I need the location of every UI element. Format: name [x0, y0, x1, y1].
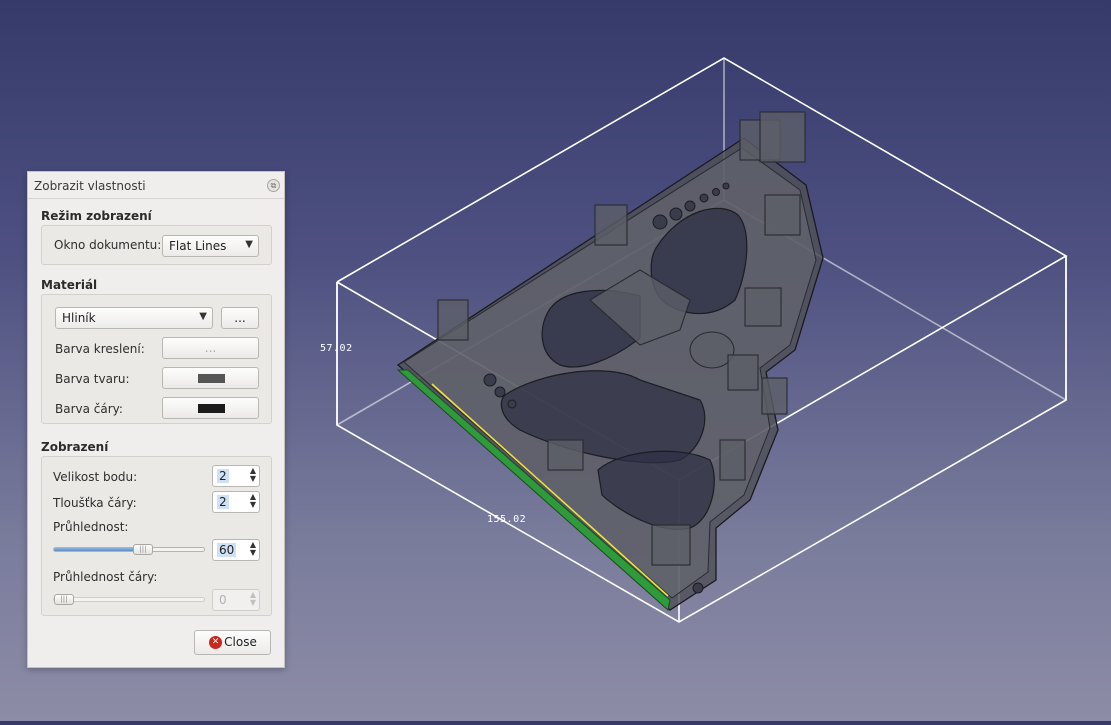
material-section-title: Materiál: [41, 278, 98, 292]
dimension-width-label: 155.02: [487, 514, 527, 525]
line-transparency-slider[interactable]: |||: [53, 594, 205, 605]
close-button[interactable]: ✕ Close: [194, 630, 271, 655]
line-color-label: Barva čáry:: [55, 402, 123, 416]
chevron-down-icon: ▼: [199, 311, 207, 322]
line-width-label: Tloušťka čáry:: [53, 496, 137, 510]
line-transparency-label: Průhlednost čáry:: [53, 570, 158, 584]
spin-arrows-icon: ▲ ▼: [249, 492, 256, 509]
material-value: Hliník: [62, 311, 96, 325]
line-color-swatch: [198, 404, 225, 413]
shape-color-button[interactable]: [162, 367, 259, 389]
line-transparency-slider-handle[interactable]: |||: [54, 594, 74, 605]
close-label: Close: [224, 635, 257, 649]
document-window-label: Okno dokumentu:: [54, 238, 162, 252]
spin-arrows-icon: ▲ ▼: [249, 466, 256, 483]
point-size-spinbox[interactable]: 2 ▲ ▼: [212, 465, 260, 487]
material-group: Hliník ▼ ... Barva kreslení: ... Barva t…: [41, 294, 272, 424]
document-window-combo[interactable]: Flat Lines ▼: [162, 235, 259, 257]
line-color-button[interactable]: [162, 397, 259, 419]
display-properties-dialog: Zobrazit vlastnosti ⧉ Režim zobrazení Ok…: [27, 171, 285, 668]
transparency-value: 60: [217, 543, 237, 557]
transparency-spinbox[interactable]: 60 ▲ ▼: [212, 539, 260, 561]
display-mode-section-title: Režim zobrazení: [41, 209, 152, 223]
draw-color-button[interactable]: ...: [162, 337, 259, 359]
material-more-button[interactable]: ...: [221, 307, 259, 329]
transparency-label: Průhlednost:: [53, 520, 129, 534]
spin-arrows-icon: ▲ ▼: [249, 590, 256, 607]
shape-color-swatch: [198, 374, 225, 383]
draw-color-label: Barva kreslení:: [55, 342, 145, 356]
point-size-label: Velikost bodu:: [53, 470, 138, 484]
line-transparency-value: 0: [219, 593, 227, 607]
dimension-height-label: 57.02: [320, 343, 353, 354]
spin-arrows-icon: ▲ ▼: [249, 540, 256, 557]
titlebar-divider: [28, 198, 284, 199]
transparency-slider-handle[interactable]: |||: [133, 544, 153, 555]
dialog-title: Zobrazit vlastnosti: [34, 179, 146, 193]
line-transparency-spinbox[interactable]: 0 ▲ ▼: [212, 589, 260, 611]
display-group: Velikost bodu: 2 ▲ ▼ Tloušťka čáry: 2 ▲ ▼ …: [41, 456, 272, 616]
display-section-title: Zobrazení: [41, 440, 109, 454]
chevron-down-icon: ▼: [245, 239, 253, 250]
close-icon: ✕: [209, 636, 222, 649]
material-combo[interactable]: Hliník ▼: [55, 307, 213, 329]
display-mode-group: Okno dokumentu: Flat Lines ▼: [41, 225, 272, 265]
transparency-slider-fill: [54, 548, 143, 551]
shape-color-label: Barva tvaru:: [55, 372, 130, 386]
point-size-value: 2: [217, 469, 229, 483]
part-model[interactable]: [396, 111, 824, 611]
float-window-icon[interactable]: ⧉: [267, 179, 280, 192]
document-window-value: Flat Lines: [169, 239, 227, 253]
line-width-spinbox[interactable]: 2 ▲ ▼: [212, 491, 260, 513]
line-width-value: 2: [217, 495, 229, 509]
transparency-slider[interactable]: |||: [53, 544, 205, 555]
